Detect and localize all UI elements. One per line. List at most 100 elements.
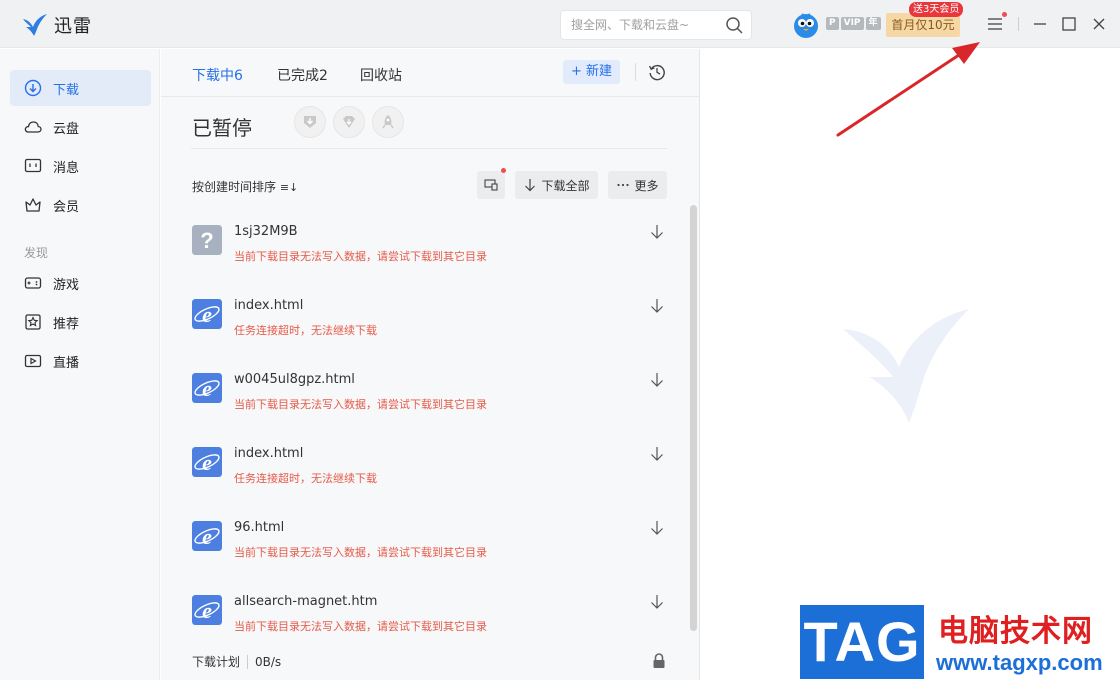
svg-text:?: ? <box>200 228 213 253</box>
sort-icon: ≡↓ <box>279 181 299 194</box>
live-icon <box>24 354 42 368</box>
history-icon[interactable] <box>648 63 666 81</box>
sidebar-item-label: 推荐 <box>53 316 80 332</box>
download-all-button[interactable]: 下载全部 <box>515 171 598 199</box>
lock-icon[interactable] <box>652 653 666 669</box>
promo-tag: 送3天会员 <box>909 2 964 17</box>
shield-download-icon <box>304 116 316 128</box>
menu-icon[interactable] <box>987 16 1003 32</box>
sidebar-item-cloud[interactable]: 云盘 <box>10 109 151 145</box>
download-item[interactable]: e 96.html 当前下载目录无法写入数据，请尝试下载到其它目录 <box>191 508 671 582</box>
badge-icon-2[interactable] <box>333 106 365 138</box>
toolbar-divider <box>635 63 636 81</box>
ie-file-icon: e <box>192 447 222 477</box>
download-icon <box>24 79 42 97</box>
watermark-url: www.tagxp.com <box>936 650 1103 675</box>
sidebar-item-label: 游戏 <box>53 277 80 293</box>
sidebar-item-games[interactable]: 游戏 <box>10 265 151 301</box>
cloud-icon <box>24 121 42 133</box>
resume-download-icon[interactable] <box>649 298 665 314</box>
ie-file-icon: e <box>192 595 222 625</box>
sort-label: 按创建时间排序 <box>192 180 277 194</box>
svg-text:e: e <box>202 598 212 623</box>
avatar[interactable] <box>792 11 820 39</box>
sidebar-item-message[interactable]: 消息 <box>10 148 151 184</box>
list-scrollbar[interactable] <box>690 205 697 631</box>
minimize-icon[interactable] <box>1032 16 1048 32</box>
tab-completed[interactable]: 已完成2 <box>277 65 328 85</box>
sidebar-item-label: 下载 <box>53 82 80 98</box>
section-divider <box>191 148 667 149</box>
search-icon[interactable] <box>725 16 743 34</box>
badge-icon-1[interactable] <box>294 106 326 138</box>
sidebar-item-label: 消息 <box>53 160 80 176</box>
titlebar-divider <box>1018 17 1019 31</box>
badge-icon-3[interactable] <box>372 106 404 138</box>
file-error: 任务连接超时，无法继续下载 <box>234 472 377 485</box>
svg-text:e: e <box>202 302 212 327</box>
tab-downloading[interactable]: 下载中6 <box>192 65 243 85</box>
app-logo: 迅雷 <box>22 12 92 38</box>
close-icon[interactable] <box>1091 16 1107 32</box>
sidebar-item-download[interactable]: 下载 <box>10 70 151 106</box>
display-mode-dot <box>501 168 506 173</box>
file-name: index.html <box>234 298 304 313</box>
file-error: 当前下载目录无法写入数据，请尝试下载到其它目录 <box>234 250 487 263</box>
file-error: 当前下载目录无法写入数据，请尝试下载到其它目录 <box>234 398 487 411</box>
sidebar-item-label: 会员 <box>53 199 80 215</box>
download-tabs: 下载中6 已完成2 回收站 + 新建 <box>161 49 700 97</box>
unknown-file-icon: ? <box>192 225 222 255</box>
maximize-icon[interactable] <box>1061 16 1077 32</box>
tab-recycle-bin[interactable]: 回收站 <box>360 65 402 85</box>
sidebar-section-discover: 发现 <box>24 246 49 260</box>
thunder-bird-icon <box>23 14 47 36</box>
download-item[interactable]: e index.html 任务连接超时，无法继续下载 <box>191 434 671 508</box>
resume-download-icon[interactable] <box>649 520 665 536</box>
file-name: 1sj32M9B <box>234 224 298 239</box>
resume-download-icon[interactable] <box>649 224 665 240</box>
sidebar-item-label: 云盘 <box>53 121 80 137</box>
file-name: 96.html <box>234 520 285 535</box>
ie-file-icon: e <box>192 373 222 403</box>
watermark-title: 电脑技术网 <box>938 614 1093 649</box>
thunder-bird-watermark-icon <box>843 309 969 423</box>
resume-download-icon[interactable] <box>649 594 665 610</box>
ie-file-icon: e <box>192 521 222 551</box>
sidebar-item-live[interactable]: 直播 <box>10 343 151 379</box>
screen-icon <box>484 179 498 191</box>
download-item[interactable]: ? 1sj32M9B 当前下载目录无法写入数据，请尝试下载到其它目录 <box>191 212 671 286</box>
status-footer: 下载计划 0B/s <box>192 653 281 670</box>
display-mode-button[interactable] <box>477 171 505 199</box>
resume-download-icon[interactable] <box>649 372 665 388</box>
footer-divider <box>247 654 249 669</box>
watermark-tag-logo: TAG <box>800 605 924 679</box>
sidebar-item-recommend[interactable]: 推荐 <box>10 304 151 340</box>
crown-icon <box>25 198 41 212</box>
download-item[interactable]: e index.html 任务连接超时，无法继续下载 <box>191 286 671 360</box>
sidebar-item-vip[interactable]: 会员 <box>10 187 151 223</box>
svg-text:e: e <box>202 450 212 475</box>
new-task-button[interactable]: + 新建 <box>563 60 620 84</box>
search-box[interactable] <box>560 10 752 40</box>
file-error: 任务连接超时，无法继续下载 <box>234 324 377 337</box>
more-icon <box>617 183 630 187</box>
app-title: 迅雷 <box>54 16 92 37</box>
download-item[interactable]: e allsearch-magnet.htm 当前下载目录无法写入数据，请尝试下… <box>191 582 671 656</box>
vip-badges[interactable]: P VIP 年 <box>826 17 881 30</box>
resume-download-icon[interactable] <box>649 446 665 462</box>
search-input[interactable] <box>561 11 711 39</box>
sort-control[interactable]: 按创建时间排序 ≡↓ <box>192 178 298 195</box>
section-title-paused: 已暂停 <box>192 116 252 140</box>
file-error: 当前下载目录无法写入数据，请尝试下载到其它目录 <box>234 546 487 559</box>
download-item[interactable]: e w0045ul8gpz.html 当前下载目录无法写入数据，请尝试下载到其它… <box>191 360 671 434</box>
site-watermark: TAG 电脑技术网 www.tagxp.com <box>798 604 1120 680</box>
menu-notification-dot <box>1002 12 1007 17</box>
file-name: w0045ul8gpz.html <box>234 372 355 387</box>
svg-text:e: e <box>202 376 212 401</box>
sidebar-item-label: 直播 <box>53 355 80 371</box>
sidebar: 下载 云盘 消息 会员 发现 游戏 推荐 直播 <box>0 49 160 680</box>
gamepad-icon <box>24 277 42 289</box>
download-plan-link[interactable]: 下载计划 <box>192 653 240 670</box>
file-name: allsearch-magnet.htm <box>234 594 378 609</box>
more-button[interactable]: 更多 <box>608 171 667 199</box>
